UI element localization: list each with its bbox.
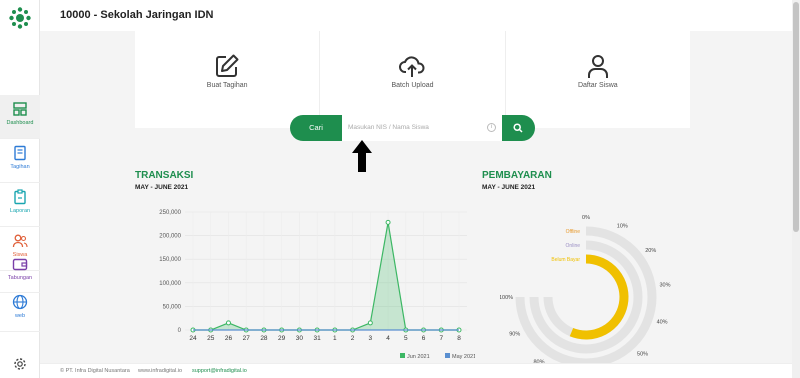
footer-company: © PT. Infra Digital Nusantara <box>60 368 130 374</box>
track-ring <box>515 226 657 365</box>
globe-icon <box>12 294 28 310</box>
x-tick-label: 31 <box>314 335 322 342</box>
gear-icon[interactable] <box>13 357 27 371</box>
radial-tick-label: 20% <box>645 248 656 254</box>
action-label: Batch Upload <box>391 82 434 89</box>
legend-label: Jun 2021 <box>407 354 430 360</box>
search-placeholder: Masukan NIS / Nama Siswa <box>348 124 429 131</box>
x-tick-label: 5 <box>404 335 408 342</box>
student-search: Cari Masukan NIS / Nama Siswa i <box>290 115 535 141</box>
legend-label: May 2021 <box>452 354 475 360</box>
users-icon <box>12 234 28 248</box>
dashboard-icon <box>13 102 27 116</box>
y-tick-label: 100,000 <box>159 281 181 287</box>
footer-site-link[interactable]: www.infradigital.io <box>138 368 182 374</box>
pembayaran-title: PEMBAYARAN <box>482 170 552 181</box>
y-tick-label: 250,000 <box>159 210 181 216</box>
sidebar-item-label: web <box>14 313 26 319</box>
create-invoice-button[interactable]: Buat Tagihan <box>135 31 321 128</box>
y-tick-label: 150,000 <box>159 257 181 263</box>
x-tick-label: 26 <box>225 335 233 342</box>
x-tick-label: 29 <box>278 335 286 342</box>
y-tick-label: 200,000 <box>159 234 181 240</box>
sidebar-item-tabungan[interactable]: Tabungan <box>0 249 40 293</box>
x-tick-label: 2 <box>351 335 355 342</box>
radial-tick-label: 50% <box>637 352 648 358</box>
info-icon[interactable]: i <box>487 123 496 132</box>
y-tick-label: 0 <box>178 328 182 334</box>
sidebar-item-laporan[interactable]: Laporan <box>0 183 40 227</box>
x-tick-label: 3 <box>369 335 373 342</box>
series-line <box>193 222 459 331</box>
top-header: 10000 - Sekolah Jaringan IDN <box>40 0 792 31</box>
radial-tick-label: 100% <box>500 295 513 301</box>
batch-upload-button[interactable]: Batch Upload <box>320 31 506 128</box>
x-tick-label: 25 <box>207 335 215 342</box>
search-submit-button[interactable] <box>502 115 535 141</box>
y-tick-label: 50,000 <box>163 304 182 310</box>
edit-icon <box>216 54 239 77</box>
transaksi-subtitle: MAY - JUNE 2021 <box>135 184 189 191</box>
search-icon <box>513 123 523 133</box>
search-input[interactable]: Masukan NIS / Nama Siswa i <box>342 115 502 141</box>
student-list-button[interactable]: Daftar Siswa <box>506 31 690 128</box>
sidebar-item-tagihan[interactable]: Tagihan <box>0 139 40 183</box>
action-label: Daftar Siswa <box>577 82 618 89</box>
x-tick-label: 27 <box>243 335 251 342</box>
scrollbar-thumb[interactable] <box>793 2 799 232</box>
x-tick-label: 6 <box>422 335 426 342</box>
x-tick-label: 4 <box>386 335 390 342</box>
sidebar-item-dashboard[interactable]: Dashboard <box>0 95 40 139</box>
search-button[interactable]: Cari <box>290 115 342 141</box>
x-tick-label: 7 <box>439 335 443 342</box>
value-ring <box>569 254 629 340</box>
page-scrollbar[interactable] <box>792 0 800 378</box>
x-tick-label: 8 <box>457 335 461 342</box>
radial-tick-label: 0% <box>582 215 590 221</box>
sidebar-item-web[interactable]: web <box>0 288 40 332</box>
radial-tick-label: 10% <box>617 224 628 230</box>
transaksi-chart: 050,000100,000150,000200,000250,00024 25 2… <box>159 210 475 360</box>
quick-actions: Buat Tagihan Batch Upload Daftar Siswa <box>135 31 690 128</box>
data-point <box>385 219 391 225</box>
arrow-up-icon <box>352 140 372 172</box>
sidebar-item-label: Laporan <box>9 208 31 214</box>
pembayaran-subtitle: MAY - JUNE 2021 <box>482 184 536 191</box>
radial-category-label: Belum Bayar <box>551 257 580 263</box>
action-label: Buat Tagihan <box>206 82 248 89</box>
sidebar: Dashboard Tagihan Laporan Siswa Tabungan… <box>0 0 40 378</box>
pembayaran-chart: 0%10%20%30%40%50%60%70%80%90%100%Offline… <box>500 215 671 365</box>
legend-swatch <box>400 353 405 358</box>
x-tick-label: 30 <box>296 335 304 342</box>
sidebar-item-label: Tabungan <box>7 275 33 281</box>
data-point <box>225 320 231 326</box>
radial-category-label: Online <box>566 243 581 249</box>
app-logo-icon[interactable] <box>9 7 31 29</box>
radial-tick-label: 30% <box>660 282 671 288</box>
transaksi-title: TRANSAKSI <box>135 170 194 181</box>
page-title: 10000 - Sekolah Jaringan IDN <box>60 9 214 21</box>
radial-tick-label: 90% <box>509 331 520 337</box>
x-tick-label: 28 <box>260 335 268 342</box>
data-point <box>367 320 373 326</box>
legend-swatch <box>445 353 450 358</box>
cloud-upload-icon <box>399 56 425 77</box>
sidebar-item-label: Tagihan <box>10 164 30 170</box>
radial-category-label: Offline <box>566 229 581 235</box>
clipboard-icon <box>14 189 26 205</box>
invoice-icon <box>14 145 26 161</box>
wallet-icon <box>12 258 28 271</box>
radial-tick-label: 40% <box>657 320 668 326</box>
user-icon <box>587 55 608 78</box>
x-tick-label: 1 <box>333 335 337 342</box>
footer: © PT. Infra Digital Nusantara www.infrad… <box>40 363 792 378</box>
sidebar-item-label: Dashboard <box>6 120 34 126</box>
footer-email-link[interactable]: support@infradigital.io <box>192 368 247 374</box>
series-area <box>193 222 459 330</box>
x-tick-label: 24 <box>189 335 197 342</box>
